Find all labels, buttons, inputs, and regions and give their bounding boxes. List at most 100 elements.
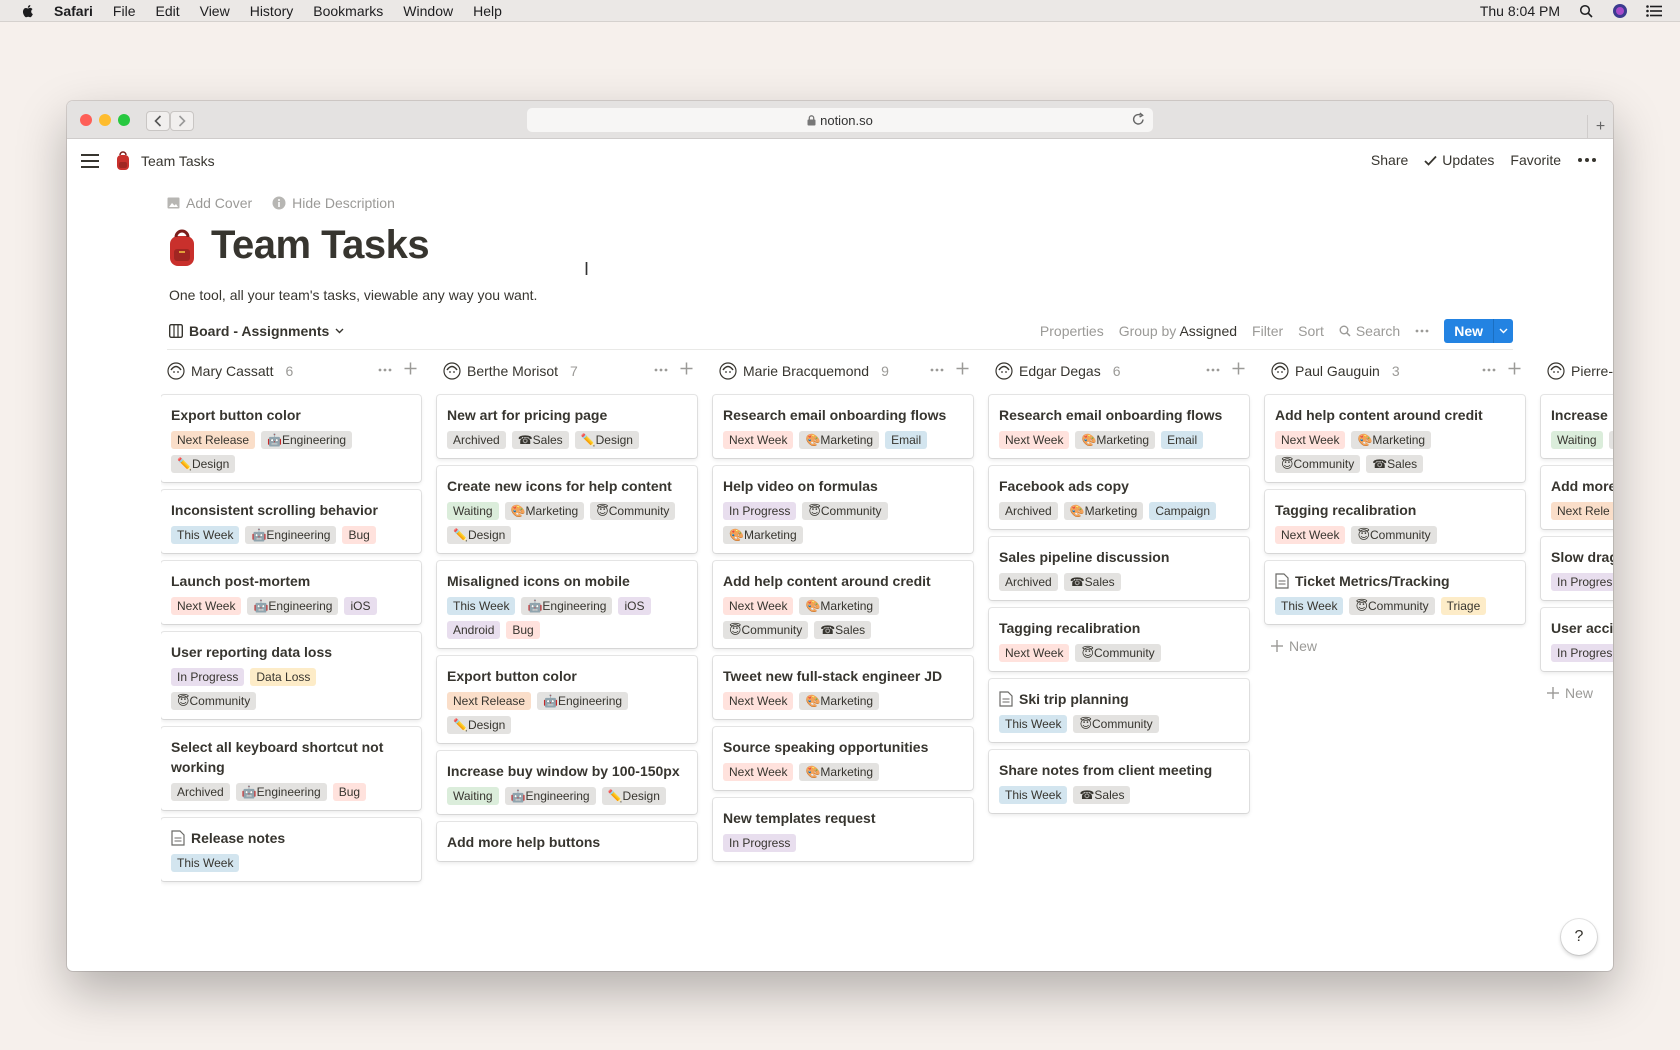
add-card-button[interactable]: New bbox=[1265, 632, 1525, 660]
menu-bookmarks[interactable]: Bookmarks bbox=[313, 3, 383, 19]
add-card-label: New bbox=[1565, 685, 1594, 701]
siri-icon[interactable] bbox=[1612, 3, 1628, 19]
task-card[interactable]: Add help content around credit Next Week 🎨… bbox=[1265, 395, 1525, 482]
page-title[interactable]: Team Tasks bbox=[211, 223, 430, 268]
task-card[interactable]: Misaligned icons on mobile This Week 🤖Engi… bbox=[437, 561, 697, 648]
view-more-icon[interactable] bbox=[1415, 329, 1429, 333]
task-card[interactable]: Ski trip planning This Week 😇Community bbox=[989, 679, 1249, 742]
column-header[interactable]: Berthe Morisot 7 bbox=[437, 353, 697, 389]
menu-help[interactable]: Help bbox=[473, 3, 502, 19]
column-more-icon[interactable] bbox=[654, 368, 668, 372]
filter-button[interactable]: Filter bbox=[1252, 323, 1283, 339]
page-description[interactable]: One tool, all your team's tasks, viewabl… bbox=[169, 287, 537, 303]
share-button[interactable]: Share bbox=[1371, 152, 1408, 168]
updates-button[interactable]: Updates bbox=[1424, 152, 1494, 168]
task-card[interactable]: Export button color Next Release 🤖Engineer… bbox=[161, 395, 421, 482]
group-by-button[interactable]: Group by Assigned bbox=[1119, 323, 1237, 339]
page-icon-backpack[interactable] bbox=[167, 229, 197, 267]
notification-center-icon[interactable] bbox=[1646, 3, 1662, 19]
task-card[interactable]: New templates request In Progress bbox=[713, 798, 973, 861]
tag-label: Email bbox=[1167, 433, 1198, 447]
column-more-icon[interactable] bbox=[930, 368, 944, 372]
sidebar-toggle-icon[interactable] bbox=[81, 153, 99, 169]
tag-emoji-icon: 🎨 bbox=[1357, 433, 1373, 447]
task-card[interactable]: Increase buy window by 100-150px Waiting 🤖… bbox=[437, 751, 697, 814]
view-selector[interactable]: Board - Assignments bbox=[169, 323, 344, 339]
task-card[interactable]: Facebook ads copy Archived 🎨Marketing Campa… bbox=[989, 466, 1249, 529]
task-card[interactable]: Launch post-mortem Next Week 🤖Engineering i… bbox=[161, 561, 421, 624]
column-more-icon[interactable] bbox=[1482, 368, 1496, 372]
spotlight-search-icon[interactable] bbox=[1578, 3, 1594, 19]
properties-button[interactable]: Properties bbox=[1040, 323, 1104, 339]
minimize-window-button[interactable] bbox=[99, 114, 111, 126]
card-tag: This Week bbox=[1275, 597, 1344, 615]
breadcrumb[interactable]: Team Tasks bbox=[141, 153, 215, 169]
apple-menu-icon[interactable] bbox=[20, 3, 36, 19]
add-card-button[interactable]: New bbox=[1541, 679, 1613, 707]
column-header[interactable]: Mary Cassatt 6 bbox=[161, 353, 421, 389]
back-button[interactable] bbox=[146, 111, 170, 131]
column-header[interactable]: Marie Bracquemond 9 bbox=[713, 353, 973, 389]
column-add-icon[interactable] bbox=[1232, 362, 1245, 375]
column-add-icon[interactable] bbox=[680, 362, 693, 375]
task-card[interactable]: Ticket Metrics/Tracking This Week 😇Communi… bbox=[1265, 561, 1525, 624]
sort-button[interactable]: Sort bbox=[1298, 323, 1324, 339]
menu-app-name[interactable]: Safari bbox=[54, 3, 93, 19]
task-card[interactable]: Tagging recalibration Next Week 😇Community bbox=[1265, 490, 1525, 553]
task-card[interactable]: Increase Waiting 🤖Engine bbox=[1541, 395, 1613, 458]
task-card[interactable]: Research email onboarding flows Next Week… bbox=[713, 395, 973, 458]
task-card[interactable]: Inconsistent scrolling behavior This Week… bbox=[161, 490, 421, 553]
menu-file[interactable]: File bbox=[113, 3, 136, 19]
menubar-clock[interactable]: Thu 8:04 PM bbox=[1480, 3, 1560, 19]
task-card[interactable]: Select all keyboard shortcut not working… bbox=[161, 727, 421, 810]
card-tag: Android bbox=[447, 621, 501, 639]
zoom-window-button[interactable] bbox=[118, 114, 130, 126]
task-card[interactable]: Export button color Next Release 🤖Engineer… bbox=[437, 656, 697, 743]
task-card[interactable]: Source speaking opportunities Next Week 🎨M… bbox=[713, 727, 973, 790]
forward-button[interactable] bbox=[170, 111, 194, 131]
search-button[interactable]: Search bbox=[1339, 323, 1400, 339]
view-controls: Properties Group by Assigned Filter Sort… bbox=[1040, 319, 1513, 343]
column-add-icon[interactable] bbox=[1508, 362, 1521, 375]
task-card[interactable]: Add more Next Rele🤖Engine bbox=[1541, 466, 1613, 529]
task-card[interactable]: Tagging recalibration Next Week 😇Community bbox=[989, 608, 1249, 671]
column-header[interactable]: Paul Gauguin 3 bbox=[1265, 353, 1525, 389]
new-tab-button[interactable]: + bbox=[1587, 115, 1613, 139]
task-card[interactable]: Help video on formulas In Progress 😇Commun… bbox=[713, 466, 973, 553]
add-cover-button[interactable]: Add Cover bbox=[167, 195, 252, 211]
task-card[interactable]: Research email onboarding flows Next Week… bbox=[989, 395, 1249, 458]
task-card[interactable]: Tweet new full-stack engineer JD Next Wee… bbox=[713, 656, 973, 719]
column-header[interactable]: Edgar Degas 6 bbox=[989, 353, 1249, 389]
column-add-icon[interactable] bbox=[404, 362, 417, 375]
task-card[interactable]: Release notes This Week bbox=[161, 818, 421, 881]
hide-description-button[interactable]: Hide Description bbox=[272, 195, 395, 211]
task-card[interactable]: Sales pipeline discussion Archived ☎Sales bbox=[989, 537, 1249, 600]
task-card[interactable]: User reporting data loss In Progress Data … bbox=[161, 632, 421, 719]
menu-edit[interactable]: Edit bbox=[155, 3, 179, 19]
reload-icon[interactable] bbox=[1132, 112, 1145, 129]
card-tag: ✏️Design bbox=[171, 455, 236, 473]
close-window-button[interactable] bbox=[80, 114, 92, 126]
column-header[interactable]: Pierre- bbox=[1541, 353, 1613, 389]
menu-view[interactable]: View bbox=[200, 3, 230, 19]
task-card[interactable]: Share notes from client meeting This Week… bbox=[989, 750, 1249, 813]
new-template-dropdown[interactable] bbox=[1493, 319, 1513, 343]
task-card[interactable]: New art for pricing page Archived ☎Sales ✏️… bbox=[437, 395, 697, 458]
column-more-icon[interactable] bbox=[1206, 368, 1220, 372]
help-button[interactable]: ? bbox=[1561, 919, 1597, 955]
favorite-button[interactable]: Favorite bbox=[1510, 152, 1561, 168]
new-record-button[interactable]: New bbox=[1444, 319, 1493, 343]
column-add-icon[interactable] bbox=[956, 362, 969, 375]
more-options-icon[interactable] bbox=[1577, 157, 1597, 163]
address-bar[interactable]: notion.so bbox=[527, 108, 1153, 132]
task-card[interactable]: Slow drag In Progres🤖Engine bbox=[1541, 537, 1613, 600]
card-title-row: Facebook ads copy bbox=[999, 476, 1239, 496]
column-more-icon[interactable] bbox=[378, 368, 392, 372]
task-card[interactable]: Create new icons for help content Waiting… bbox=[437, 466, 697, 553]
tag-label: Archived bbox=[177, 785, 224, 799]
task-card[interactable]: Add more help buttons bbox=[437, 822, 697, 861]
menu-history[interactable]: History bbox=[250, 3, 294, 19]
task-card[interactable]: Add help content around credit Next Week 🎨… bbox=[713, 561, 973, 648]
menu-window[interactable]: Window bbox=[403, 3, 453, 19]
task-card[interactable]: User acci In Progres😇Comm bbox=[1541, 608, 1613, 671]
